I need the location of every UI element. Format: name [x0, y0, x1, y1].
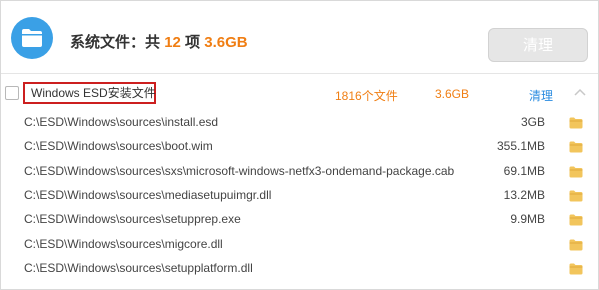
file-size: 355.1MB: [496, 139, 545, 154]
open-folder-icon[interactable]: [569, 238, 583, 256]
file-path: C:\ESD\Windows\sources\sxs\microsoft-win…: [24, 163, 455, 178]
file-size: 9.9MB: [510, 212, 545, 227]
open-folder-icon[interactable]: [569, 140, 583, 158]
divider: [1, 73, 598, 74]
file-size: 69.1MB: [503, 163, 545, 178]
cleanup-panel: 系统文件：共 12 项 3.6GB 清理 Windows ESD安装文件 181…: [0, 0, 599, 290]
file-path: C:\ESD\Windows\sources\boot.wim: [24, 139, 213, 154]
group-clean-link[interactable]: 清理: [529, 87, 553, 104]
file-row[interactable]: C:\ESD\Windows\sources\mediasetupuimgr.d…: [1, 184, 598, 208]
file-path: C:\ESD\Windows\sources\setupplatform.dll: [24, 260, 253, 275]
file-size: 13.2MB: [503, 187, 545, 202]
open-folder-icon[interactable]: [569, 262, 583, 280]
group-row[interactable]: Windows ESD安装文件 1816个文件 3.6GB 清理: [1, 77, 598, 109]
total-size: 3.6GB: [204, 34, 248, 51]
open-folder-icon[interactable]: [569, 189, 583, 207]
file-path: C:\ESD\Windows\sources\mediasetupuimgr.d…: [24, 187, 272, 202]
open-folder-icon[interactable]: [569, 213, 583, 231]
page-title: 系统文件：共 12 项 3.6GB: [70, 31, 248, 52]
file-path: C:\ESD\Windows\sources\install.esd: [24, 115, 219, 129]
group-name: Windows ESD安装文件: [23, 82, 156, 104]
folder-icon: [11, 17, 53, 59]
open-folder-icon[interactable]: [569, 116, 583, 134]
file-row[interactable]: C:\ESD\Windows\sources\install.esd 3GB: [1, 111, 598, 135]
file-path: C:\ESD\Windows\sources\setupprep.exe: [24, 212, 241, 227]
group-file-count: 1816个文件: [335, 89, 398, 103]
chevron-up-icon[interactable]: [574, 88, 586, 96]
header: 系统文件：共 12 项 3.6GB 清理: [1, 1, 598, 71]
open-folder-icon[interactable]: [569, 165, 583, 183]
total-count: 12: [164, 34, 181, 51]
file-path: C:\ESD\Windows\sources\migcore.dll: [24, 236, 223, 251]
file-row[interactable]: C:\ESD\Windows\sources\setupplatform.dll: [1, 257, 598, 281]
title-prefix: 系统文件：共: [70, 34, 161, 51]
file-row[interactable]: C:\ESD\Windows\sources\sxs\microsoft-win…: [1, 160, 598, 184]
group-size: 3.6GB: [435, 87, 470, 101]
count-unit: 项: [185, 34, 201, 51]
group-checkbox[interactable]: [5, 86, 19, 100]
file-row[interactable]: C:\ESD\Windows\sources\setupprep.exe 9.9M…: [1, 208, 598, 232]
clean-button[interactable]: 清理: [488, 28, 588, 62]
file-row[interactable]: C:\ESD\Windows\sources\migcore.dll: [1, 233, 598, 257]
file-row[interactable]: C:\ESD\Windows\sources\boot.wim 355.1MB: [1, 135, 598, 159]
file-size: 3GB: [520, 115, 545, 129]
